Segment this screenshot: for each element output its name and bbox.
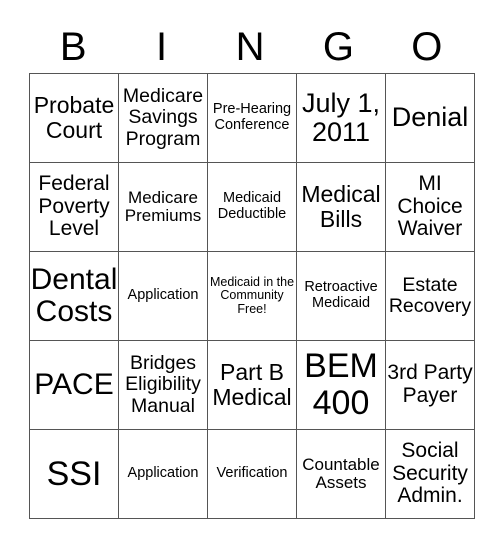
bingo-cell[interactable]: SSI <box>29 429 119 519</box>
grid-row: Federal Poverty Level Medicare Premiums … <box>29 162 475 252</box>
bingo-cell[interactable]: Verification <box>207 429 297 519</box>
bingo-cell[interactable]: PACE <box>29 340 119 430</box>
grid-row: SSI Application Verification Countable A… <box>29 429 475 519</box>
bingo-cell[interactable]: Medicaid Deductible <box>207 162 297 252</box>
bingo-cell[interactable]: Retroactive Medicaid <box>296 251 386 341</box>
bingo-cell[interactable]: Pre-Hearing Conference <box>207 73 297 163</box>
header-letter-o: O <box>411 25 443 69</box>
bingo-cell[interactable]: MI Choice Waiver <box>385 162 475 252</box>
header-letter-i: I <box>156 25 168 69</box>
grid-row: Dental Costs Application Medicaid in the… <box>29 251 475 341</box>
bingo-cell[interactable]: Bridges Eligibility Manual <box>118 340 208 430</box>
bingo-cell[interactable]: BEM 400 <box>296 340 386 430</box>
bingo-cell[interactable]: Dental Costs <box>29 251 119 341</box>
bingo-cell[interactable]: 3rd Party Payer <box>385 340 475 430</box>
bingo-cell[interactable]: Social Security Admin. <box>385 429 475 519</box>
grid-row: Probate Court Medicare Savings Program P… <box>29 73 475 163</box>
bingo-cell[interactable]: Application <box>118 251 208 341</box>
bingo-grid: Probate Court Medicare Savings Program P… <box>29 73 475 519</box>
bingo-cell[interactable]: July 1, 2011 <box>296 73 386 163</box>
bingo-cell[interactable]: Federal Poverty Level <box>29 162 119 252</box>
bingo-cell[interactable]: Medicare Savings Program <box>118 73 208 163</box>
bingo-cell[interactable]: Part B Medical <box>207 340 297 430</box>
bingo-cell[interactable]: Denial <box>385 73 475 163</box>
bingo-cell[interactable]: Application <box>118 429 208 519</box>
header-letter-g: G <box>322 25 354 69</box>
grid-row: PACE Bridges Eligibility Manual Part B M… <box>29 340 475 430</box>
bingo-header: B I N G O <box>29 22 471 72</box>
header-letter-n: N <box>235 25 265 69</box>
bingo-cell free-space[interactable]: Medicaid in the Community Free! <box>207 251 297 341</box>
bingo-cell[interactable]: Probate Court <box>29 73 119 163</box>
bingo-cell[interactable]: Medical Bills <box>296 162 386 252</box>
bingo-cell[interactable]: Estate Recovery <box>385 251 475 341</box>
bingo-cell[interactable]: Medicare Premiums <box>118 162 208 252</box>
bingo-cell[interactable]: Countable Assets <box>296 429 386 519</box>
header-letter-b: B <box>59 25 87 69</box>
